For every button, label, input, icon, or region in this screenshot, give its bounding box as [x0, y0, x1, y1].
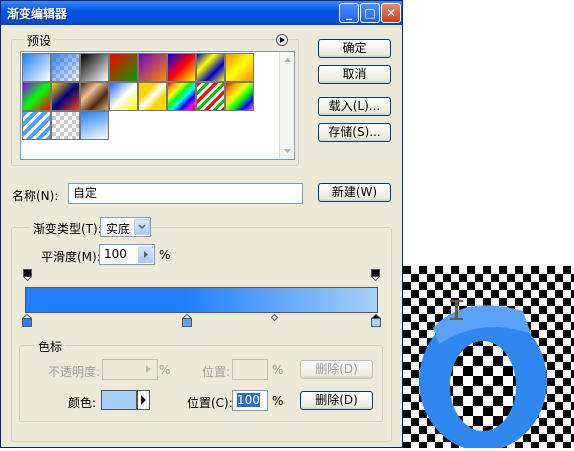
preset-swatch[interactable]: [80, 111, 109, 140]
midpoint-diamond-icon[interactable]: [271, 314, 278, 321]
gradient-type-value: 实底: [106, 222, 131, 236]
presets-scrollbar[interactable]: [279, 52, 294, 159]
delete-button[interactable]: 删除(D): [300, 391, 373, 410]
color-stop-left[interactable]: [22, 314, 32, 327]
gradient-type-label: 渐变类型(T):: [30, 220, 105, 237]
load-button[interactable]: 载入(L)...: [318, 97, 391, 116]
minimize-button[interactable]: _: [339, 3, 359, 23]
preset-swatch[interactable]: [51, 53, 80, 82]
preset-swatch[interactable]: [225, 82, 254, 111]
maximize-icon: □: [364, 6, 376, 20]
opacity-unit: %: [159, 363, 171, 377]
minimize-icon: _: [346, 6, 352, 20]
delete-opacity-stop-button[interactable]: 删除(D): [300, 360, 373, 379]
smoothness-label: 平滑度(M):: [41, 250, 101, 264]
save-button[interactable]: 存储(S)...: [318, 123, 391, 142]
window-title: 渐变编辑器: [7, 7, 68, 21]
gradient-type-select[interactable]: 实底: [100, 217, 151, 237]
close-button[interactable]: ✕: [381, 3, 401, 23]
preset-swatch[interactable]: [167, 53, 196, 82]
location-field[interactable]: 100: [232, 390, 268, 411]
new-button[interactable]: 新建(W): [318, 183, 391, 202]
cancel-button[interactable]: 取消: [318, 65, 391, 84]
gradient-editor-window: 渐变编辑器 _ □ ✕ 预设 确定 取消 载入(L)... 存储(S)... 名…: [0, 0, 403, 448]
preset-swatch[interactable]: [80, 53, 109, 82]
stops-label: 色标: [35, 338, 66, 355]
preset-swatch[interactable]: [109, 82, 138, 111]
maximize-button[interactable]: □: [360, 3, 380, 23]
presets-list: [20, 51, 295, 160]
preset-swatch[interactable]: [196, 53, 225, 82]
color-stop-middle[interactable]: [182, 314, 192, 327]
preset-swatch[interactable]: [80, 82, 109, 111]
opacity-location-label: 位置:: [202, 365, 231, 379]
preset-swatch[interactable]: [109, 53, 138, 82]
location-value: 100: [237, 393, 260, 407]
close-icon: ✕: [385, 6, 397, 20]
opacity-location-field[interactable]: [232, 359, 268, 380]
canvas-image: [403, 266, 574, 451]
name-field[interactable]: 自定: [68, 183, 303, 204]
preset-swatch[interactable]: [22, 53, 51, 82]
smoothness-unit: %: [159, 248, 171, 262]
preset-swatch[interactable]: [196, 82, 225, 111]
opacity-stop-left[interactable]: [23, 269, 32, 281]
location-unit: %: [272, 394, 284, 408]
opacity-label: 不透明度:: [48, 365, 101, 379]
location-label: 位置(C):: [187, 396, 233, 410]
color-swatch[interactable]: [101, 390, 137, 410]
preset-swatch[interactable]: [138, 53, 167, 82]
opacity-field[interactable]: [102, 359, 158, 380]
arrow-circle-icon[interactable]: [276, 34, 288, 46]
color-stop-right[interactable]: [371, 314, 381, 327]
chevron-down-icon[interactable]: [134, 219, 150, 235]
gradient-bar[interactable]: [25, 287, 378, 313]
swatch-grid: [21, 52, 279, 159]
smoothness-value: 100: [104, 247, 127, 261]
name-label: 名称(N):: [12, 189, 59, 203]
preset-swatch[interactable]: [22, 82, 51, 111]
preset-swatch[interactable]: [138, 82, 167, 111]
presets-label: 预设: [24, 32, 55, 49]
smoothness-field[interactable]: 100: [99, 244, 155, 265]
smoothness-arrow-icon[interactable]: [138, 246, 153, 263]
preset-swatch[interactable]: [225, 53, 254, 82]
color-menu-arrow-icon[interactable]: [137, 390, 150, 410]
ok-button[interactable]: 确定: [318, 39, 391, 58]
opacity-location-unit: %: [272, 363, 284, 377]
preset-swatch[interactable]: [51, 82, 80, 111]
canvas-preview: [403, 266, 574, 451]
preset-swatch[interactable]: [22, 111, 51, 140]
opacity-stop-right[interactable]: [371, 269, 380, 281]
title-bar[interactable]: 渐变编辑器 _ □ ✕: [1, 1, 402, 25]
preset-swatch[interactable]: [167, 82, 196, 111]
preset-swatch[interactable]: [51, 111, 80, 140]
color-label: 颜色:: [68, 396, 97, 410]
